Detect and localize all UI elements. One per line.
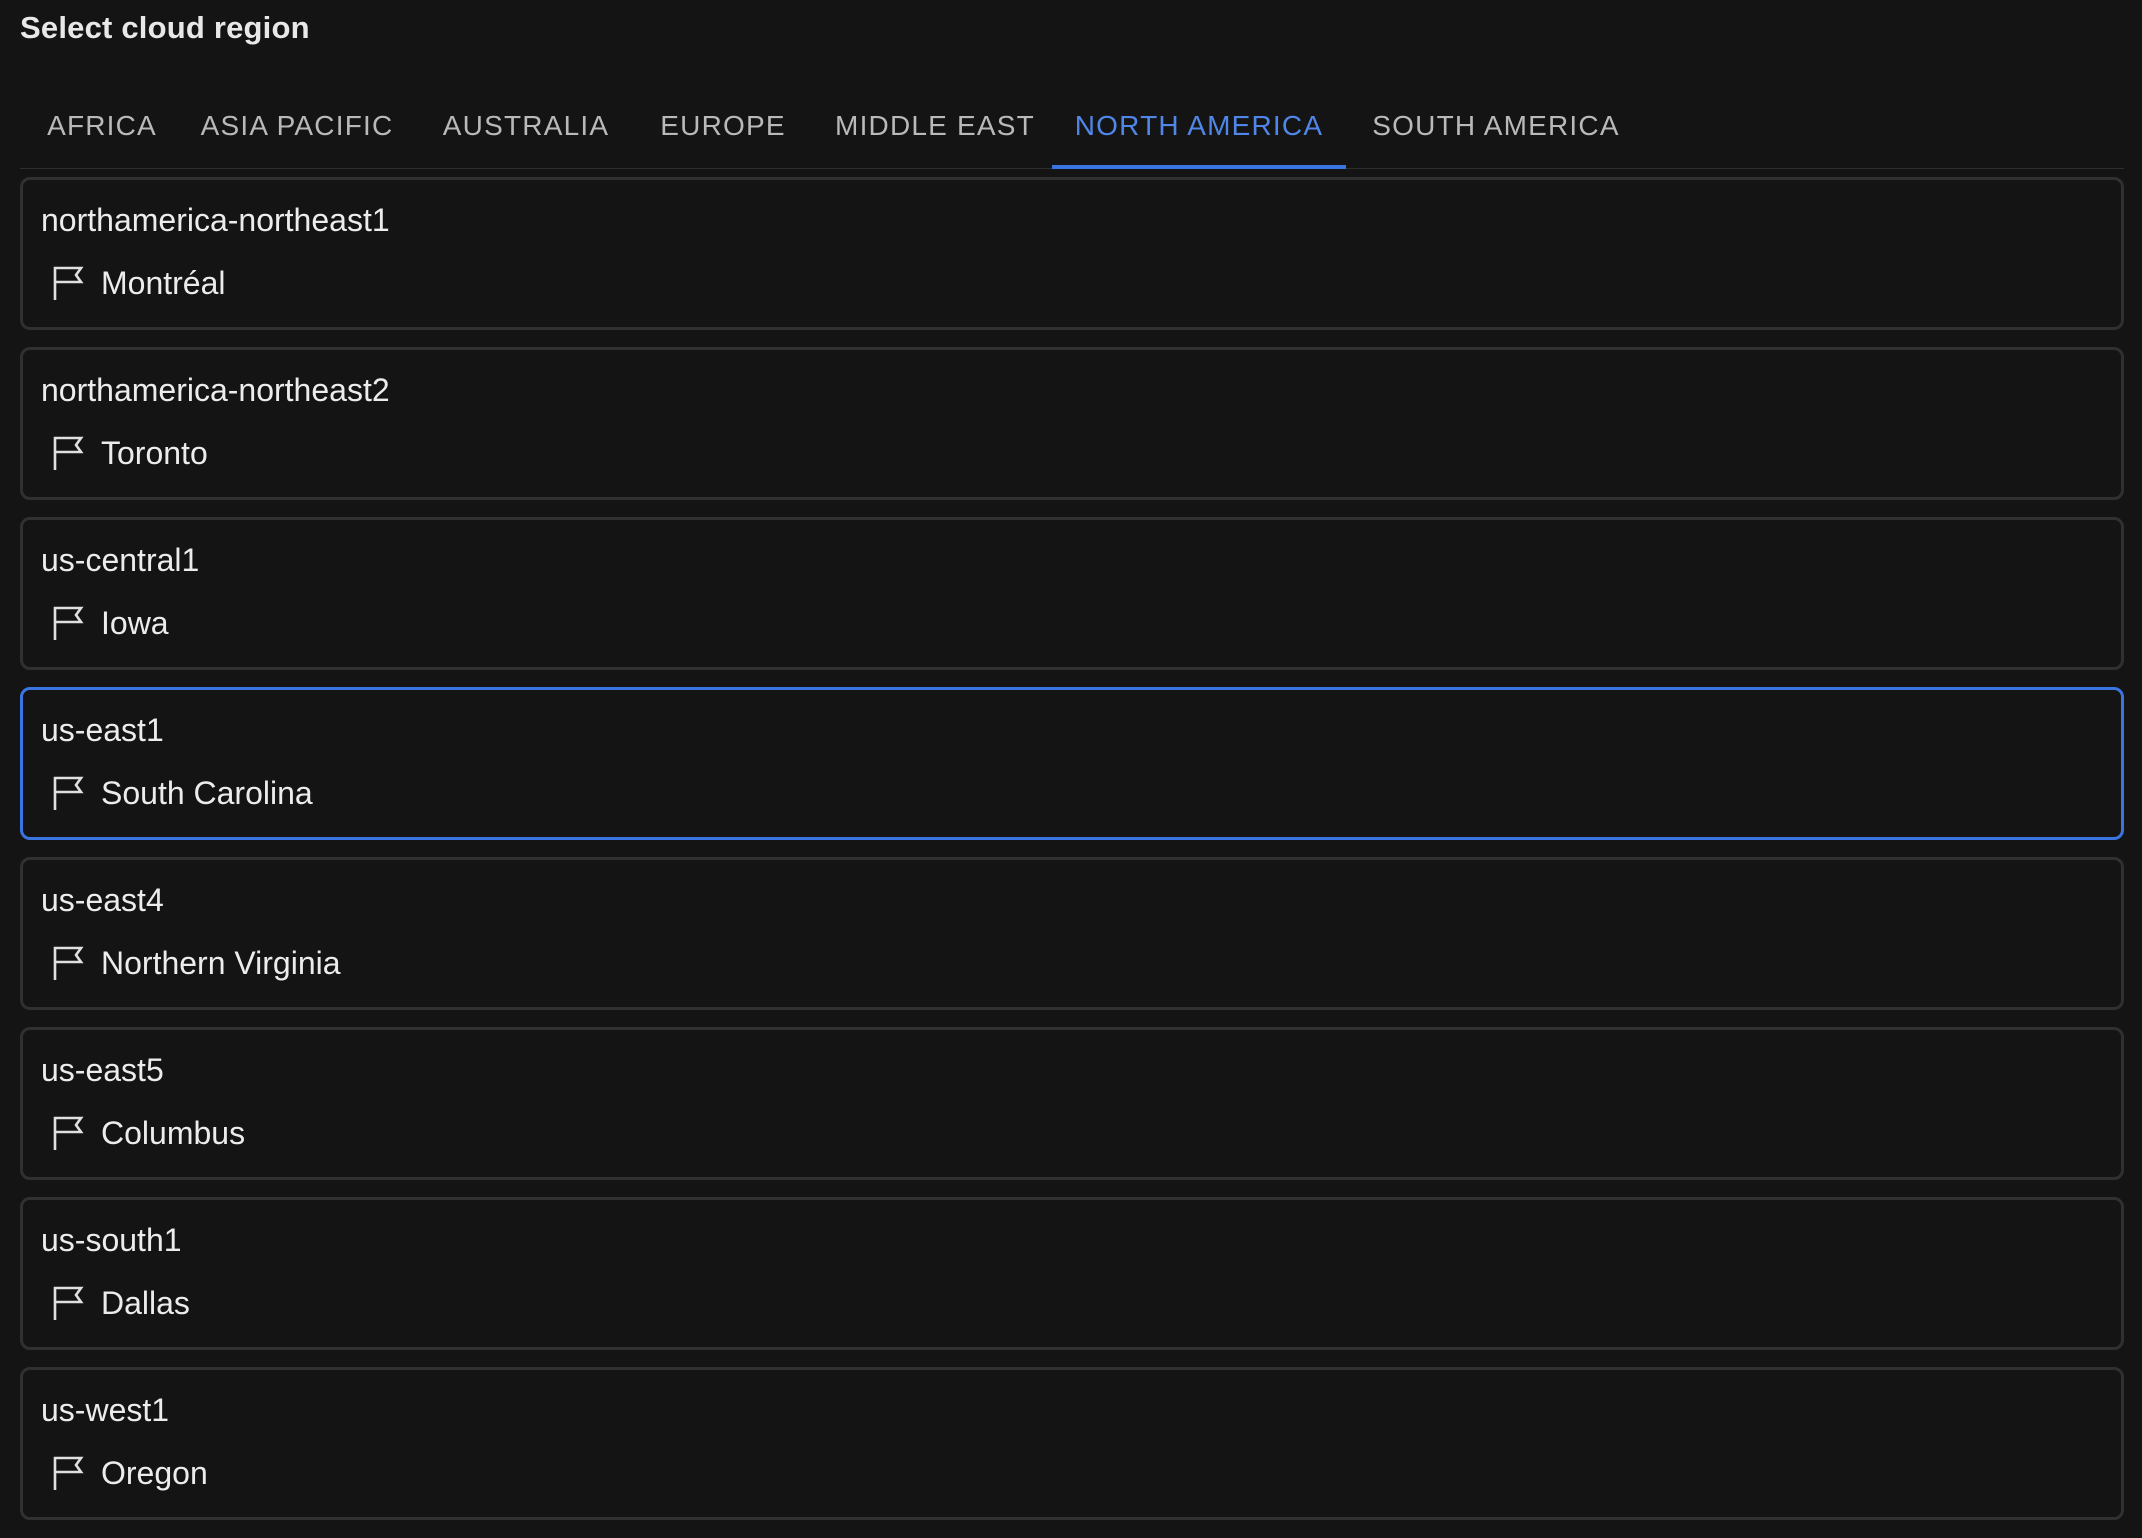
flag-icon [53,1456,84,1490]
region-city: Columbus [101,1114,246,1151]
region-city: Montréal [101,264,226,301]
flag-icon [53,1116,84,1150]
tab-europe[interactable]: EUROPE [660,84,784,168]
region-id: us-central1 [41,542,200,578]
region-location: Iowa [51,604,169,642]
region-list: northamerica-northeast1 Montréal northam… [20,177,2124,1537]
tab-north-america[interactable]: NORTH AMERICA [1052,84,1346,169]
region-location: Toronto [51,434,208,472]
region-location: Montréal [51,264,226,302]
region-city: Oregon [101,1454,208,1491]
tab-australia[interactable]: AUSTRALIA [443,84,608,168]
tab-south-america[interactable]: SOUTH AMERICA [1372,84,1618,168]
region-location: Oregon [51,1454,208,1492]
region-city: Toronto [101,434,208,471]
flag-icon [53,606,84,640]
flag-icon [53,436,84,470]
region-id: northamerica-northeast1 [41,202,390,238]
region-location: South Carolina [51,774,313,812]
region-id: us-west1 [41,1392,170,1428]
region-tabs: AFRICA ASIA PACIFIC AUSTRALIA EUROPE MID… [20,84,2124,169]
region-card-us-south1[interactable]: us-south1 Dallas [20,1197,2124,1350]
flag-icon [53,1286,84,1320]
tab-africa[interactable]: AFRICA [47,84,156,168]
region-location: Dallas [51,1284,190,1322]
flag-icon [53,776,84,810]
region-card-us-east4[interactable]: us-east4 Northern Virginia [20,857,2124,1010]
flag-icon [53,946,84,980]
region-id: us-east5 [41,1052,164,1088]
region-card-us-east5[interactable]: us-east5 Columbus [20,1027,2124,1180]
region-card-northamerica-northeast1[interactable]: northamerica-northeast1 Montréal [20,177,2124,330]
region-location: Columbus [51,1114,245,1152]
region-city: Iowa [101,604,169,641]
region-city: Dallas [101,1284,190,1321]
tab-asia-pacific[interactable]: ASIA PACIFIC [201,84,393,168]
region-card-northamerica-northeast2[interactable]: northamerica-northeast2 Toronto [20,347,2124,500]
tab-middle-east[interactable]: MIDDLE EAST [835,84,1034,168]
page-title: Select cloud region [20,10,310,45]
region-id: us-south1 [41,1222,182,1258]
region-card-us-west1[interactable]: us-west1 Oregon [20,1367,2124,1520]
region-city: Northern Virginia [101,944,341,981]
region-city: South Carolina [101,774,313,811]
region-card-us-central1[interactable]: us-central1 Iowa [20,517,2124,670]
region-location: Northern Virginia [51,944,341,982]
region-id: us-east4 [41,882,164,918]
region-card-us-east1[interactable]: us-east1 South Carolina [20,687,2124,840]
region-id: northamerica-northeast2 [41,372,390,408]
flag-icon [53,266,84,300]
region-id: us-east1 [41,712,164,748]
